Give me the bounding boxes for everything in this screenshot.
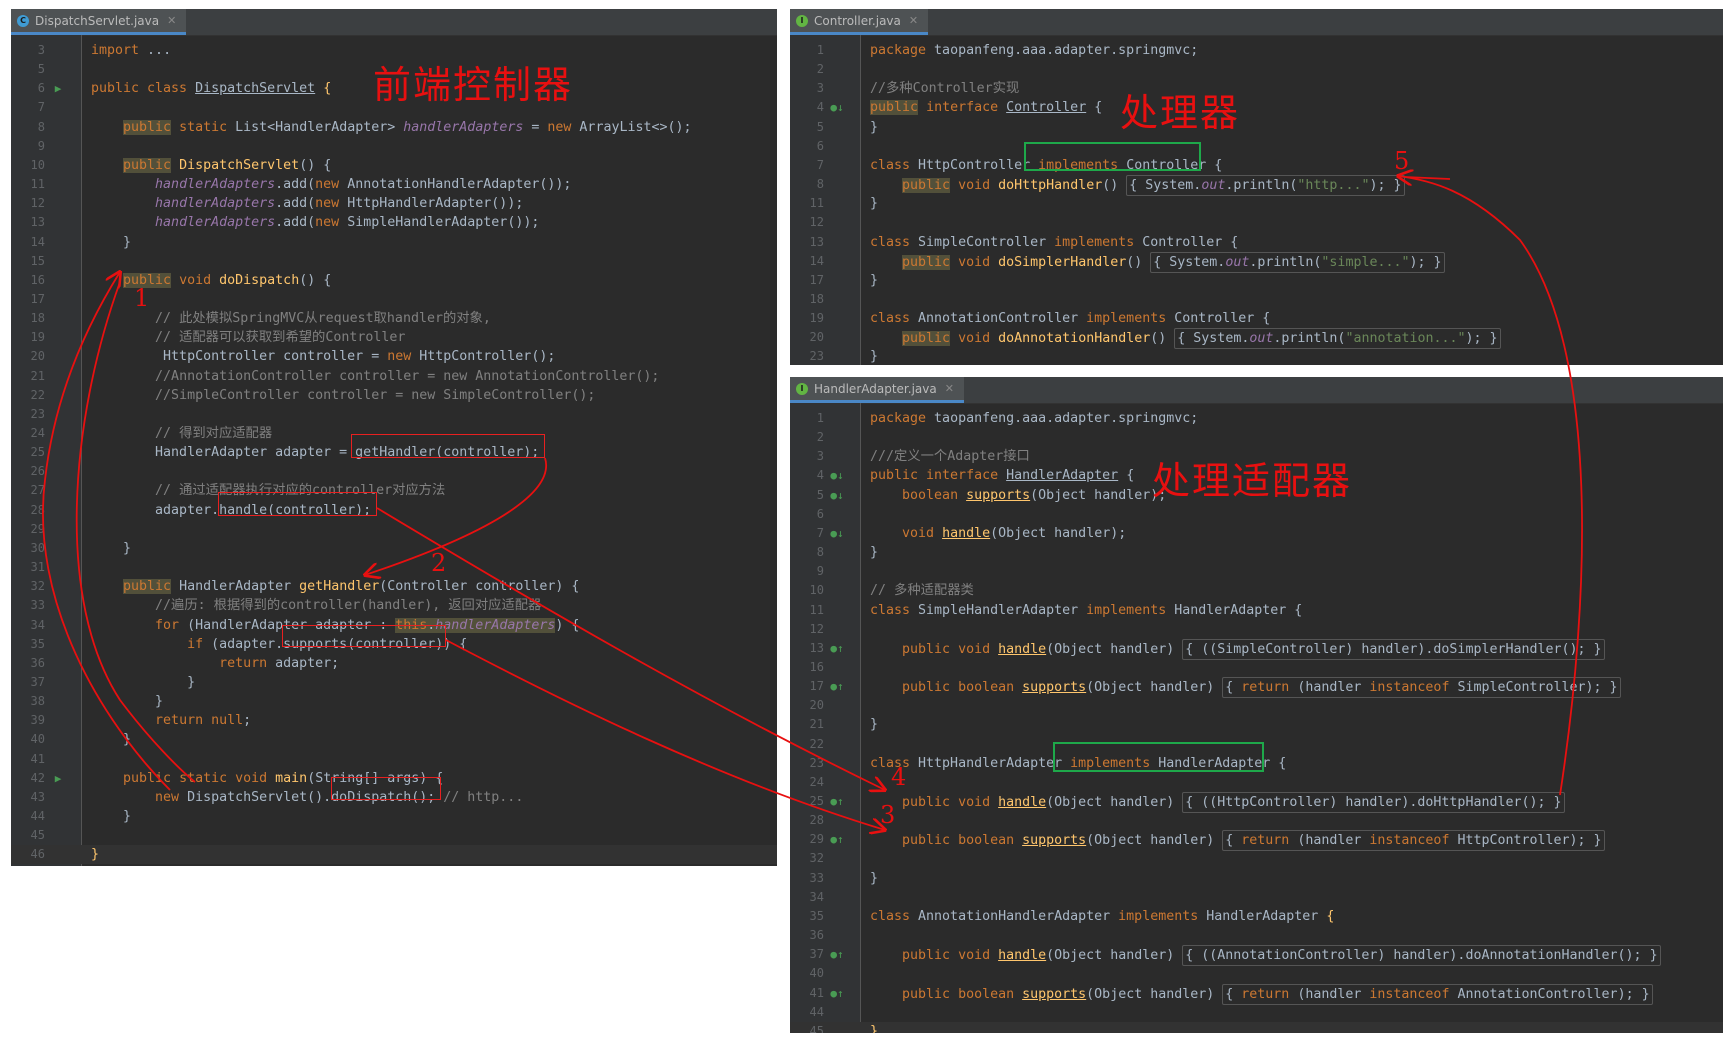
- arrow-main-to-dispatch: [42, 272, 171, 791]
- arrow-dispatch-to-main: [75, 281, 196, 783]
- arrow-supports: [445, 639, 885, 830]
- flow-arrows: [42, 0, 1583, 1039]
- arrow-to-http-handler: [1398, 176, 1583, 796]
- arrow-handle: [376, 507, 885, 790]
